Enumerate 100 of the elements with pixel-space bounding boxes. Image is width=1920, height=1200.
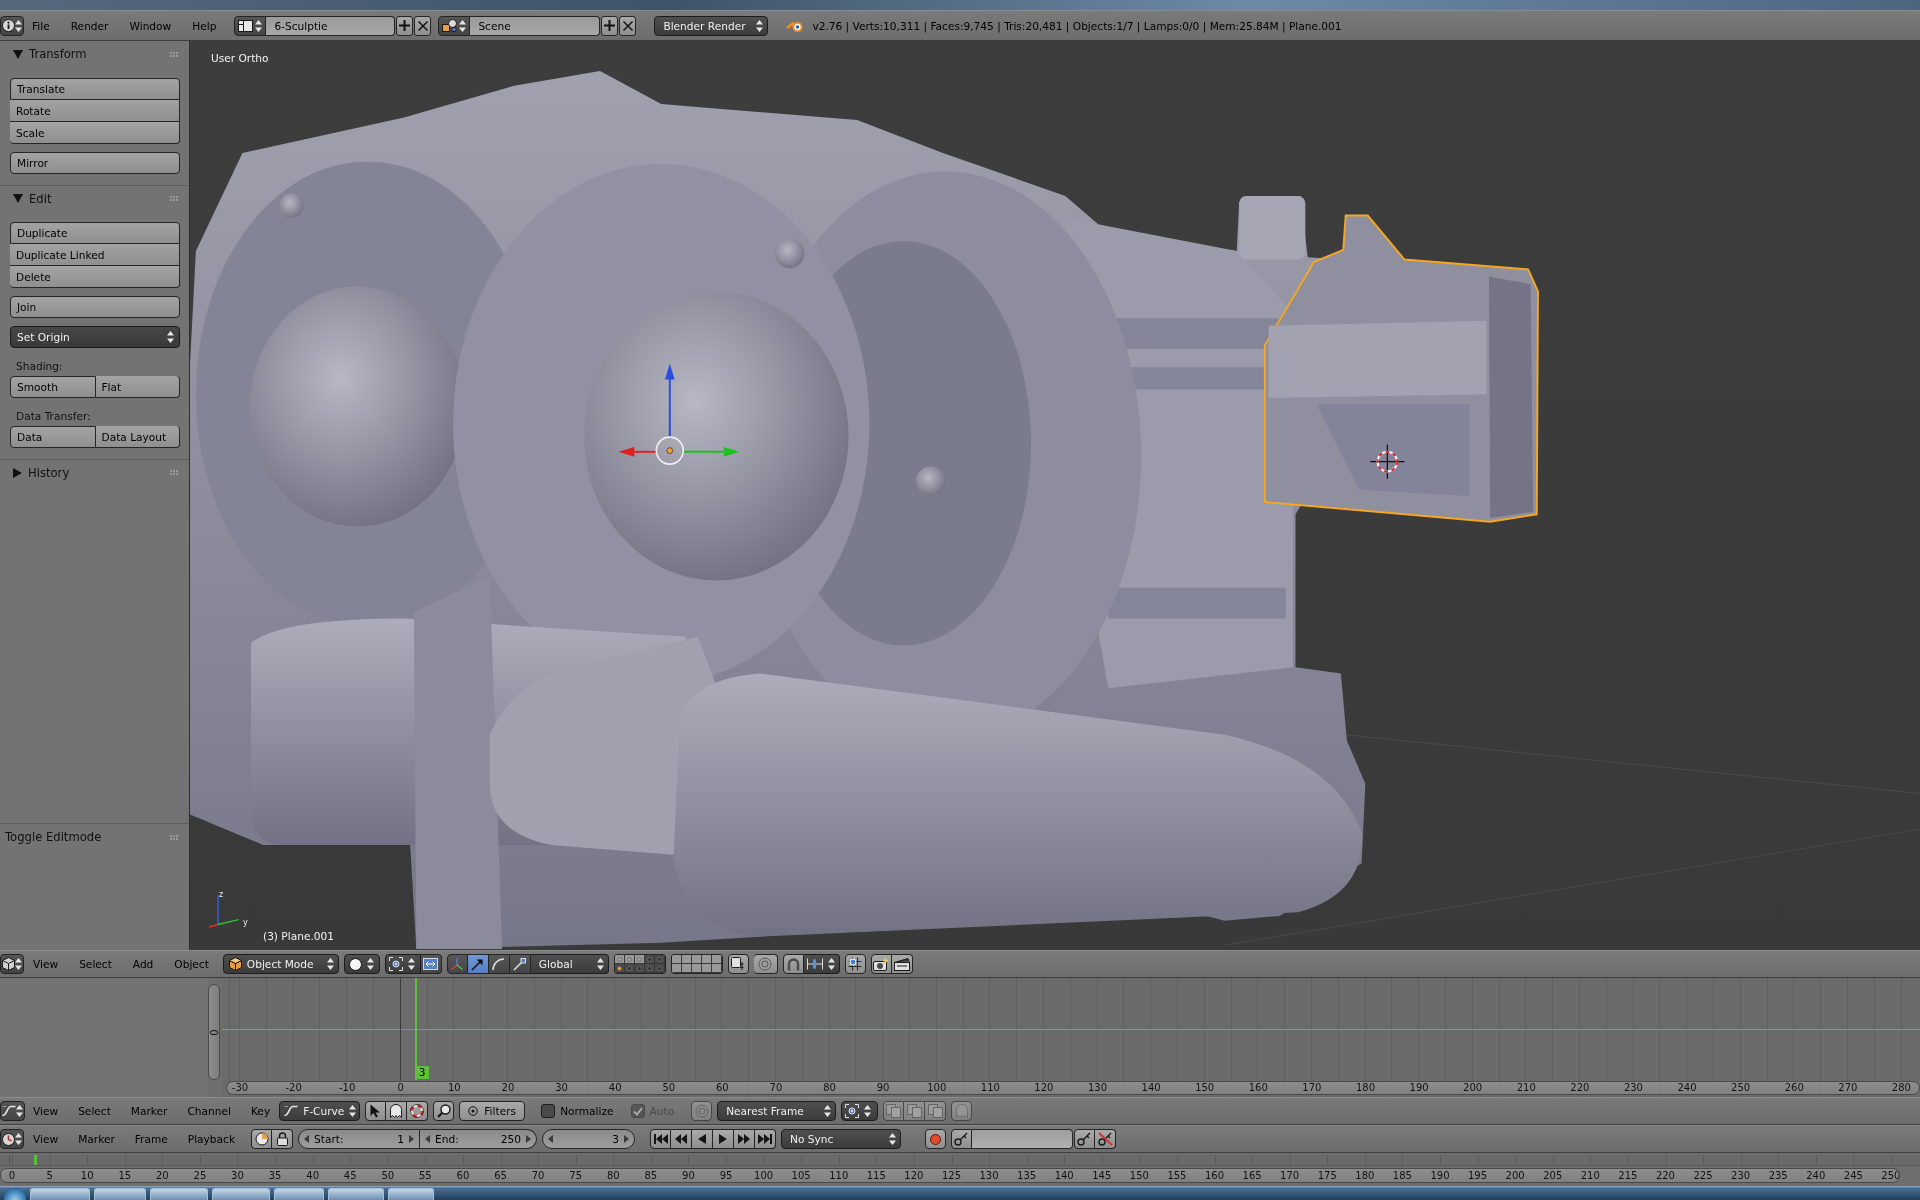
- shading-dropdown[interactable]: [343, 954, 380, 974]
- layer-button[interactable]: [701, 964, 712, 973]
- search-button[interactable]: [433, 1101, 455, 1121]
- menu-item[interactable]: Render: [69, 16, 110, 35]
- layer-button[interactable]: [711, 955, 722, 964]
- tool-button[interactable]: Duplicate Linked: [10, 244, 180, 266]
- playback-button[interactable]: [692, 1129, 714, 1149]
- menu-item[interactable]: Add: [131, 955, 155, 973]
- snap-toggle-button[interactable]: [782, 954, 804, 974]
- layer-button[interactable]: [681, 955, 692, 964]
- tool-button[interactable]: Smooth: [10, 376, 96, 398]
- flip-keys-button[interactable]: [925, 1101, 947, 1121]
- select-tool-button[interactable]: [365, 1101, 387, 1121]
- layer-button[interactable]: [691, 955, 702, 964]
- playback-button[interactable]: [671, 1129, 693, 1149]
- tool-button[interactable]: Data Layout: [95, 426, 180, 448]
- pivot-dropdown[interactable]: [841, 1101, 879, 1121]
- paste-keys-button[interactable]: [904, 1101, 926, 1121]
- add-scene-button[interactable]: [601, 15, 619, 36]
- tool-button[interactable]: Mirror: [10, 152, 180, 174]
- menu-item[interactable]: Playback: [186, 1130, 237, 1148]
- snap-target-button[interactable]: [844, 954, 866, 974]
- only-selected-button[interactable]: [407, 1101, 429, 1121]
- start-button[interactable]: [4, 1188, 26, 1200]
- layer-button[interactable]: [671, 964, 682, 973]
- layer-button[interactable]: [614, 964, 625, 973]
- ghost-curves-button[interactable]: [386, 1101, 408, 1121]
- manipulator-mode-button[interactable]: [488, 954, 510, 974]
- tool-button[interactable]: Duplicate: [10, 222, 180, 244]
- start-frame-field[interactable]: Start: 1: [298, 1129, 421, 1149]
- delete-scene-button[interactable]: [619, 15, 637, 36]
- layer-button[interactable]: [691, 964, 702, 973]
- insert-keyframe-button[interactable]: [1074, 1129, 1096, 1149]
- panel-header[interactable]: Edit: [0, 185, 189, 211]
- orientation-dropdown[interactable]: Global: [530, 954, 609, 974]
- scene-name-field[interactable]: Scene: [470, 15, 601, 36]
- layer-link-button[interactable]: [727, 954, 749, 974]
- editor-type-button[interactable]: [0, 1129, 24, 1149]
- layer-button[interactable]: [671, 955, 682, 964]
- menu-item[interactable]: View: [32, 955, 60, 973]
- layout-name-field[interactable]: 6-Sculptie: [266, 15, 396, 36]
- layout-selector-button[interactable]: [234, 15, 267, 36]
- playback-button[interactable]: [650, 1129, 672, 1149]
- delete-keyframe-button[interactable]: [1095, 1129, 1117, 1149]
- panel-header[interactable]: Toggle Editmode: [0, 824, 189, 850]
- lock-range-button[interactable]: [272, 1129, 294, 1149]
- render-image-button[interactable]: [870, 954, 892, 974]
- layer-button[interactable]: [701, 955, 712, 964]
- manipulator-mode-button[interactable]: [509, 954, 531, 974]
- pivot-align-button[interactable]: [420, 954, 442, 974]
- playback-button[interactable]: [755, 1129, 777, 1149]
- playback-button[interactable]: [734, 1129, 756, 1149]
- tool-button[interactable]: Flat: [95, 376, 180, 398]
- current-frame-field[interactable]: 3: [542, 1129, 636, 1149]
- manipulator-mode-button[interactable]: [467, 954, 489, 974]
- tool-button[interactable]: Join: [10, 296, 180, 318]
- menu-item[interactable]: Object: [173, 955, 210, 973]
- editor-type-button[interactable]: [0, 15, 24, 36]
- sync-dropdown[interactable]: No Sync: [781, 1129, 902, 1149]
- menu-dropdown[interactable]: Set Origin: [10, 326, 180, 348]
- scene-selector-button[interactable]: [438, 15, 471, 36]
- keying-set-button[interactable]: [951, 1129, 973, 1149]
- tool-button[interactable]: Delete: [10, 266, 180, 288]
- editor-type-button[interactable]: [0, 1101, 25, 1121]
- editor-type-button[interactable]: [0, 954, 24, 974]
- menu-item[interactable]: Select: [78, 955, 113, 973]
- manipulator-toggle-button[interactable]: [446, 954, 468, 974]
- add-layout-button[interactable]: [396, 15, 414, 36]
- mode-dropdown[interactable]: Object Mode: [222, 954, 339, 974]
- playback-button[interactable]: [713, 1129, 735, 1149]
- layer-button[interactable]: [681, 964, 692, 973]
- menu-item[interactable]: Frame: [133, 1130, 169, 1148]
- checkbox[interactable]: [541, 1104, 556, 1118]
- snap-element-dropdown[interactable]: [803, 954, 840, 974]
- render-engine-dropdown[interactable]: Blender Render: [654, 15, 769, 36]
- delete-layout-button[interactable]: [414, 15, 432, 36]
- mode-dropdown[interactable]: F-Curve: [279, 1101, 361, 1121]
- panel-header[interactable]: Transform: [0, 41, 189, 67]
- layer-button[interactable]: [711, 964, 722, 973]
- auto-keying-button[interactable]: [925, 1129, 947, 1149]
- tool-button[interactable]: Rotate: [10, 100, 180, 122]
- tool-button[interactable]: Data: [10, 426, 96, 448]
- keying-set-field[interactable]: [972, 1129, 1074, 1149]
- menu-item[interactable]: Marker: [77, 1130, 116, 1148]
- menu-item[interactable]: Channel: [186, 1102, 232, 1120]
- proportional-edit-button[interactable]: [753, 954, 778, 974]
- filters-button[interactable]: Filters: [459, 1101, 526, 1121]
- snapping-dropdown[interactable]: Nearest Frame: [717, 1101, 837, 1121]
- menu-item[interactable]: Window: [128, 16, 173, 35]
- panel-header[interactable]: History: [0, 459, 189, 485]
- tool-button[interactable]: Translate: [10, 78, 180, 100]
- menu-item[interactable]: Marker: [129, 1102, 169, 1120]
- menu-item[interactable]: View: [32, 1130, 60, 1148]
- proportional-edit-button[interactable]: [691, 1101, 713, 1121]
- preview-range-button[interactable]: [251, 1129, 273, 1149]
- menu-item[interactable]: View: [32, 1102, 60, 1120]
- pivot-dropdown[interactable]: [384, 954, 421, 974]
- menu-item[interactable]: Help: [191, 16, 218, 35]
- render-animation-button[interactable]: [891, 954, 913, 974]
- end-frame-field[interactable]: End: 250: [420, 1129, 538, 1149]
